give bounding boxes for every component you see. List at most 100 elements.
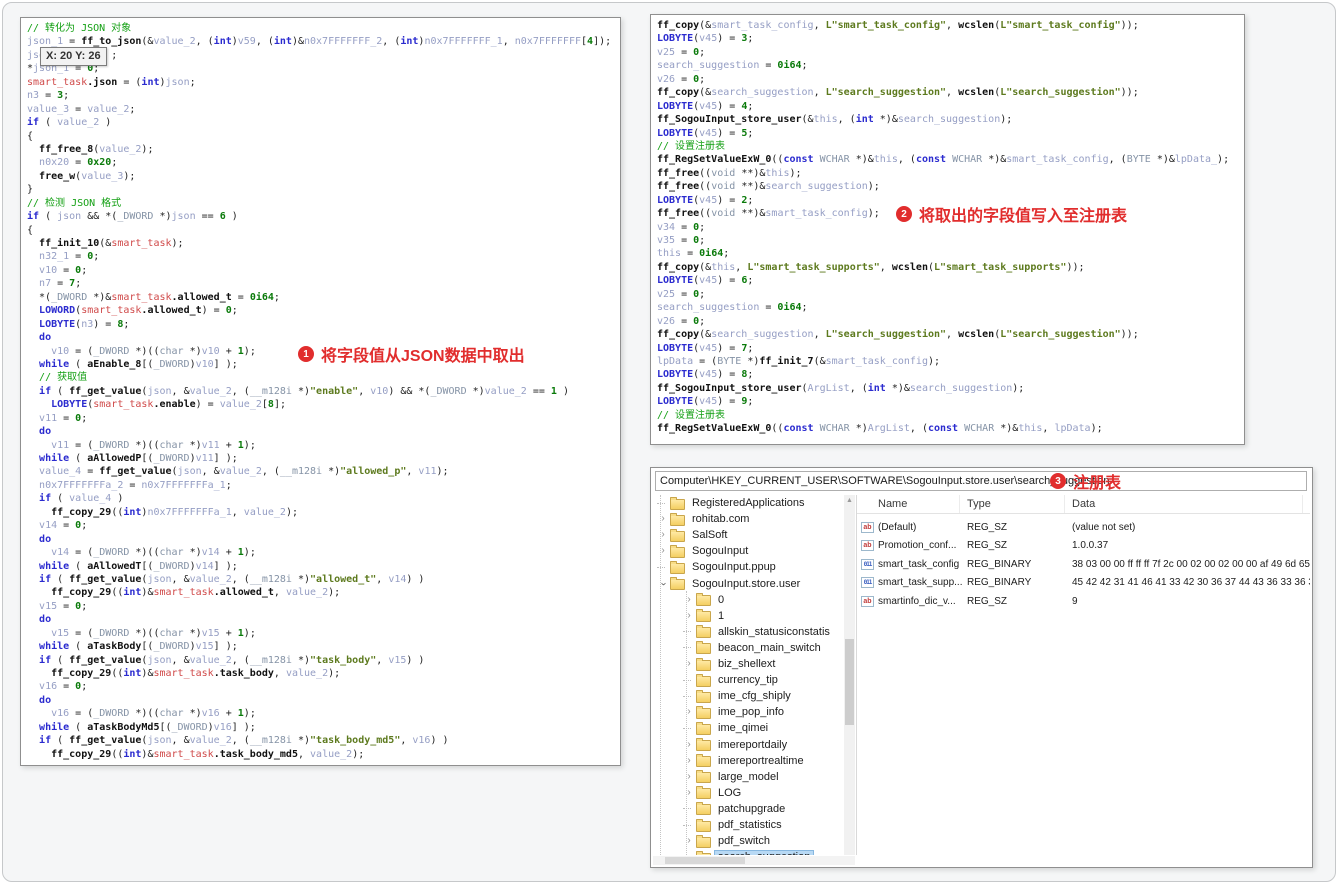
code-line: ff_copy_29((int)&smart_task.task_body, v… [51,668,341,679]
tree-vertical-scrollbar[interactable]: ▲ [844,495,855,855]
code-line: value_4 = ff_get_value(json, &value_2, (… [39,466,449,478]
folder-icon [670,544,685,558]
code-line: LOWORD(smart_task.allowed_t) = 0; [39,305,238,317]
tree-item-biz-shellext[interactable]: › biz_shellext [683,656,778,672]
code-line: if ( ff_get_value(json, &value_2, (__m12… [39,735,449,747]
tree-dash-icon [683,695,695,697]
tree-item-search-suggestion[interactable]: search_suggestion [683,849,815,855]
code-line: LOBYTE(v45) = 9; [657,396,754,408]
chevron-right-icon[interactable]: › [657,545,669,557]
chevron-right-icon[interactable]: › [683,787,695,799]
value-type: REG_SZ [967,595,1008,607]
tree-item-salsoft[interactable]: › SalSoft [657,527,730,543]
tree-item-large-model[interactable]: › large_model [683,769,782,785]
chevron-right-icon[interactable]: › [683,771,695,783]
chevron-right-icon[interactable]: › [657,529,669,541]
code-line: while ( aAllowedP[(_DWORD)v11] ); [39,453,238,464]
chevron-right-icon[interactable]: › [683,755,695,767]
code-line: if ( ff_get_value(json, &value_2, (__m12… [39,573,425,585]
code-line: *json_1 = 0; [27,63,100,75]
column-header-name[interactable]: Name [878,495,960,513]
code-line: ff_RegSetValueExW_0((const WCHAR *)ArgLi… [657,423,1103,435]
code-line: v35 = 0; [657,235,706,246]
tree-item-imereportdaily[interactable]: › imereportdaily [683,737,790,753]
string-value-icon: ab [861,540,874,552]
code-line: free_w(value_3); [39,170,136,182]
code-line: // 检测 JSON 格式 [27,197,122,209]
folder-icon [670,496,685,510]
folder-icon [696,593,711,607]
chevron-right-icon[interactable]: › [683,610,695,622]
tree-item-label: pdf_switch [718,835,770,848]
chevron-right-icon[interactable]: › [683,835,695,847]
chevron-right-icon[interactable]: › [657,513,669,525]
registry-address-bar[interactable]: Computer\HKEY_CURRENT_USER\SOFTWARE\Sogo… [655,471,1307,491]
scrollbar-thumb[interactable] [845,639,854,726]
tree-dash-icon [683,679,695,681]
tree-item-ime-qimei[interactable]: ime_qimei [683,720,771,736]
tree-horizontal-scrollbar[interactable] [653,856,855,865]
scrollbar-thumb[interactable] [665,857,745,864]
tree-item-rohitab-com[interactable]: › rohitab.com [657,511,752,527]
tree-item-label: ime_pop_info [718,706,785,719]
registry-value-row[interactable]: ab Promotion_conf... REG_SZ 1.0.0.37 [857,537,1310,555]
tree-item-ime-cfg-shiply[interactable]: ime_cfg_shiply [683,688,794,704]
tree-item-beacon-main-switch[interactable]: beacon_main_switch [683,640,824,656]
value-name: smartinfo_dic_v... [878,595,956,607]
tree-item-label: SogouInput [692,545,749,558]
code-line: LOBYTE(v45) = 6; [657,275,754,287]
tree-item-label: RegisteredApplications [692,497,805,509]
value-name: smart_task_config [878,558,960,570]
tree-item-1[interactable]: › 1 [683,608,727,624]
code-line: if ( json && *(_DWORD *)json == 6 ) [27,211,238,223]
chevron-right-icon[interactable]: › [683,658,695,670]
folder-icon [670,560,685,574]
tree-item-sogouinput-store-user[interactable]: › SogouInput.store.user [657,576,803,592]
code-line: n0x7FFFFFFFa_2 = n0x7FFFFFFFa_1; [39,479,232,491]
code-line: v11 = 0; [39,412,88,424]
tree-item-0[interactable]: › 0 [683,592,727,608]
binary-value-icon: 011 [861,577,874,589]
value-type: REG_BINARY [967,577,1032,589]
code-line: do [39,426,52,438]
column-header-data[interactable]: Data [1072,495,1303,513]
folder-icon [670,577,685,590]
registry-value-row[interactable]: 011 smart_task_config REG_BINARY 38 03 00 0… [857,556,1310,574]
registry-value-row[interactable]: ab (Default) REG_SZ (value not set) [857,519,1310,537]
code-line: v26 = 0; [657,73,706,85]
code-line: v14 = (_DWORD *)((char *)v14 + 1); [51,547,256,559]
tree-item-currency-tip[interactable]: currency_tip [683,672,781,688]
tree-item-imereportrealtime[interactable]: › imereportrealtime [683,753,807,769]
code-line: while ( aAllowedT[(_DWORD)v14] ); [39,560,238,572]
value-type: REG_BINARY [967,558,1032,570]
code-line: LOBYTE(v45) = 7; [657,342,754,354]
registry-value-row[interactable]: ab smartinfo_dic_v... REG_SZ 9 [857,593,1310,611]
code-line: LOBYTE(smart_task.enable) = value_2[8]; [51,399,286,411]
chevron-right-icon[interactable]: › [683,739,695,751]
tree-item-sogouinput-ppup[interactable]: SogouInput.ppup [657,559,779,575]
tree-item-label: pdf_statistics [718,819,782,831]
chevron-right-icon[interactable]: › [683,706,695,718]
code-line: if ( ff_get_value(json, &value_2, (__m12… [39,654,425,666]
tree-item-pdf-switch[interactable]: › pdf_switch [683,833,773,849]
tree-item-label: SogouInput.ppup [692,561,776,574]
column-header-type[interactable]: Type [967,495,1065,513]
code-line: // 设置注册表 [657,409,726,421]
tree-dash-icon [683,631,695,633]
tree-item-ime-pop-info[interactable]: › ime_pop_info [683,704,787,720]
tree-item-label: 0 [718,593,725,606]
chevron-down-icon[interactable]: › [657,578,669,590]
folder-icon [696,850,711,855]
value-data: (value not set) [1072,522,1136,533]
tree-item-allskin-statusiconstatis[interactable]: allskin_statusiconstatis [683,624,833,640]
tree-item-registeredapplications[interactable]: RegisteredApplications [657,495,808,511]
tree-item-pdf-statistics[interactable]: pdf_statistics [683,817,785,833]
tree-item-log[interactable]: › LOG [683,785,744,801]
scroll-up-icon[interactable]: ▲ [844,496,855,506]
code-line: ff_free((void **)&this); [657,167,802,179]
tree-item-patchupgrade[interactable]: patchupgrade [683,801,788,817]
tree-item-sogouinput[interactable]: › SogouInput [657,543,751,559]
chevron-right-icon[interactable]: › [683,594,695,606]
registry-value-row[interactable]: 011 smart_task_supp... REG_BINARY 45 42 42 … [857,574,1310,592]
tree-item-label: currency_tip [718,674,778,687]
